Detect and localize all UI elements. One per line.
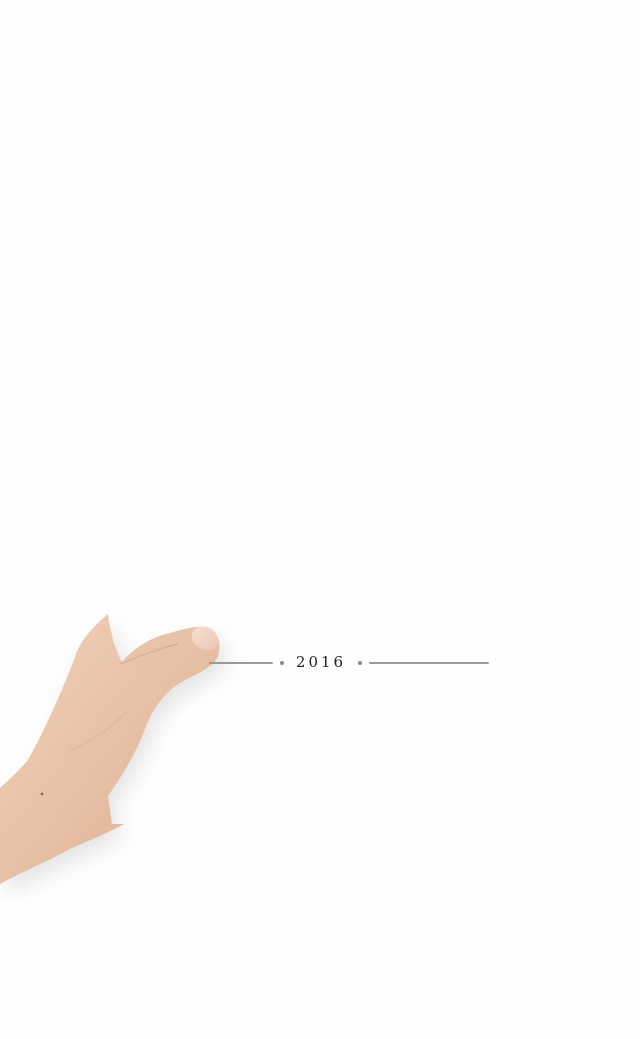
year-label: 2016 [295,653,347,671]
timeline-dot-left [280,661,284,665]
year-timeline: 2016 [209,650,491,674]
timeline-line-left [209,662,273,664]
hand-illustration [0,614,220,884]
page: 2016 [0,0,640,1039]
timeline-dot-right [358,661,362,665]
hand-shape [0,614,220,884]
timeline-line-right [369,662,489,664]
